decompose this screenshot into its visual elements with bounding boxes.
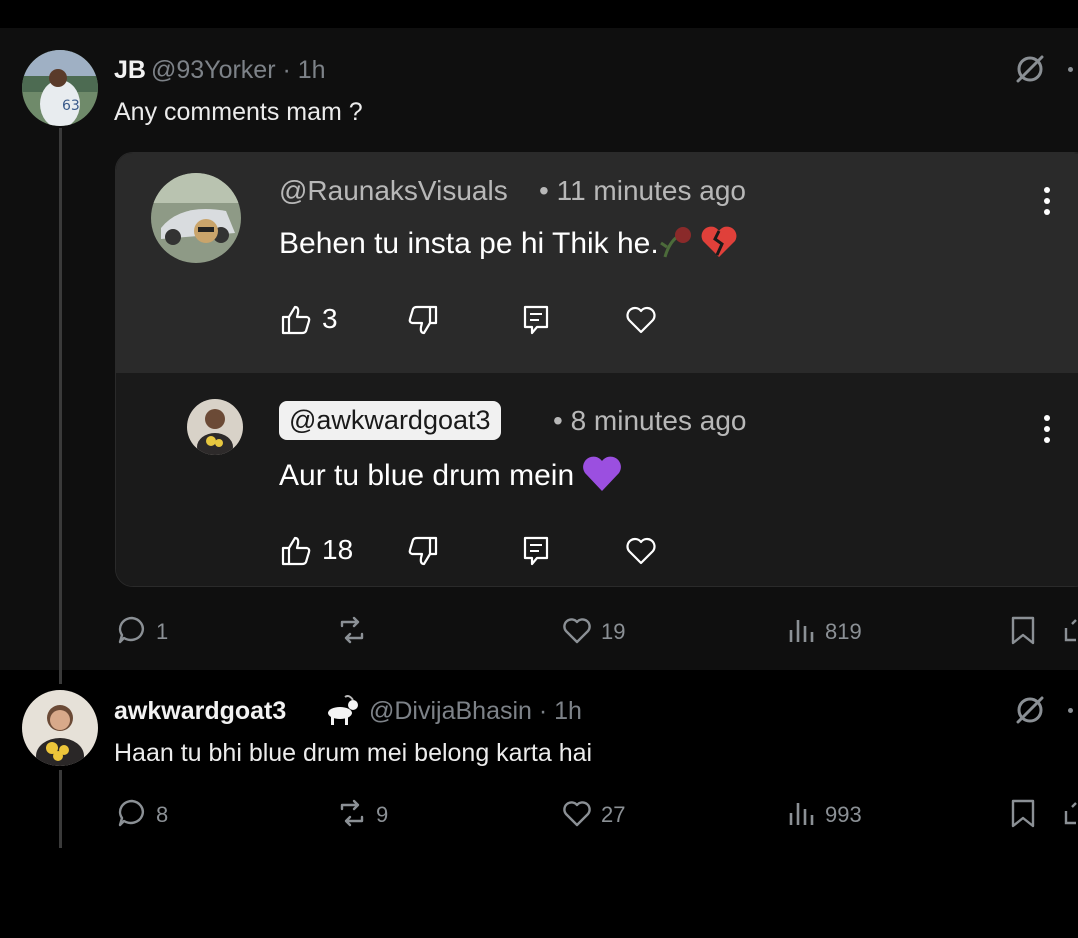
thumbs-down-icon[interactable]: [406, 534, 440, 568]
reply-text-body: Aur tu blue drum mein: [279, 459, 575, 492]
broken-heart-emoji: [699, 225, 739, 259]
reply-icon[interactable]: [519, 303, 553, 337]
comment-handle[interactable]: @RaunaksVisuals: [279, 175, 508, 207]
share-icon[interactable]: [1062, 614, 1078, 646]
share-icon[interactable]: [1062, 797, 1078, 829]
thumbs-up-icon[interactable]: [279, 303, 313, 337]
heart-icon[interactable]: [624, 534, 658, 568]
thread-line: [59, 128, 62, 684]
reply-text: Aur tu blue drum mein: [279, 455, 622, 493]
retweet-icon[interactable]: [336, 614, 368, 646]
reply-count: 1: [156, 619, 169, 644]
retweet-count: 9: [376, 802, 389, 827]
reply-time: • 8 minutes ago: [553, 405, 747, 436]
avatar-awkwardgoat3[interactable]: [187, 399, 243, 455]
author-name[interactable]: awkwardgoat3: [114, 697, 286, 726]
bookmark-icon[interactable]: [1007, 797, 1039, 829]
thumbs-up-icon[interactable]: [279, 534, 313, 568]
purple-heart-emoji: [582, 455, 622, 493]
reply-icon[interactable]: [519, 534, 553, 568]
heart-icon[interactable]: [624, 303, 658, 337]
reply-icon[interactable]: [116, 797, 148, 829]
more-icon[interactable]: [1068, 67, 1073, 72]
like-count: 19: [601, 619, 626, 644]
comment-text-body: Behen tu insta pe hi Thik he.: [279, 227, 659, 260]
author-handle[interactable]: @93Yorker · 1h: [151, 56, 326, 85]
views-icon[interactable]: [786, 797, 818, 829]
author-handle[interactable]: @DivijaBhasin · 1h: [369, 697, 582, 726]
comment-text: Behen tu insta pe hi Thik he.: [279, 225, 739, 261]
avatar-raunaksvisuals[interactable]: [151, 173, 241, 263]
grok-icon[interactable]: [1013, 693, 1047, 727]
view-count: 819: [825, 619, 862, 644]
kebab-menu-icon[interactable]: [1044, 415, 1050, 448]
reply-handle-chip[interactable]: @awkwardgoat3: [279, 401, 501, 440]
svg-text:63: 63: [62, 98, 80, 114]
heart-icon[interactable]: [561, 614, 593, 646]
comment-like-count: 3: [322, 303, 338, 334]
thread-line: [59, 770, 62, 848]
reply-like-count: 18: [322, 534, 354, 565]
kebab-menu-icon[interactable]: [1044, 187, 1050, 220]
reply-count: 8: [156, 802, 169, 827]
embedded-youtube-screenshot[interactable]: @RaunaksVisuals • 11 minutes ago Behen t…: [115, 152, 1078, 587]
avatar-divijabhasin[interactable]: [22, 690, 98, 766]
like-count: 27: [601, 802, 626, 827]
views-icon[interactable]: [786, 614, 818, 646]
more-icon[interactable]: [1068, 708, 1073, 713]
bookmark-icon[interactable]: [1007, 614, 1039, 646]
wilted-rose-emoji: [659, 225, 699, 259]
tweet-text: Haan tu bhi blue drum mei belong karta h…: [114, 739, 593, 767]
heart-icon[interactable]: [561, 797, 593, 829]
goat-emoji: [323, 693, 361, 727]
tweet-text: Any comments mam ?: [114, 98, 363, 126]
view-count: 993: [825, 802, 862, 827]
author-name[interactable]: JB: [114, 56, 146, 85]
reply-icon[interactable]: [116, 614, 148, 646]
avatar-jb[interactable]: 63: [22, 50, 98, 126]
thumbs-down-icon[interactable]: [406, 303, 440, 337]
comment-time: • 11 minutes ago: [539, 175, 746, 206]
retweet-icon[interactable]: [336, 797, 368, 829]
grok-icon[interactable]: [1013, 52, 1047, 86]
top-band: [0, 0, 1078, 28]
